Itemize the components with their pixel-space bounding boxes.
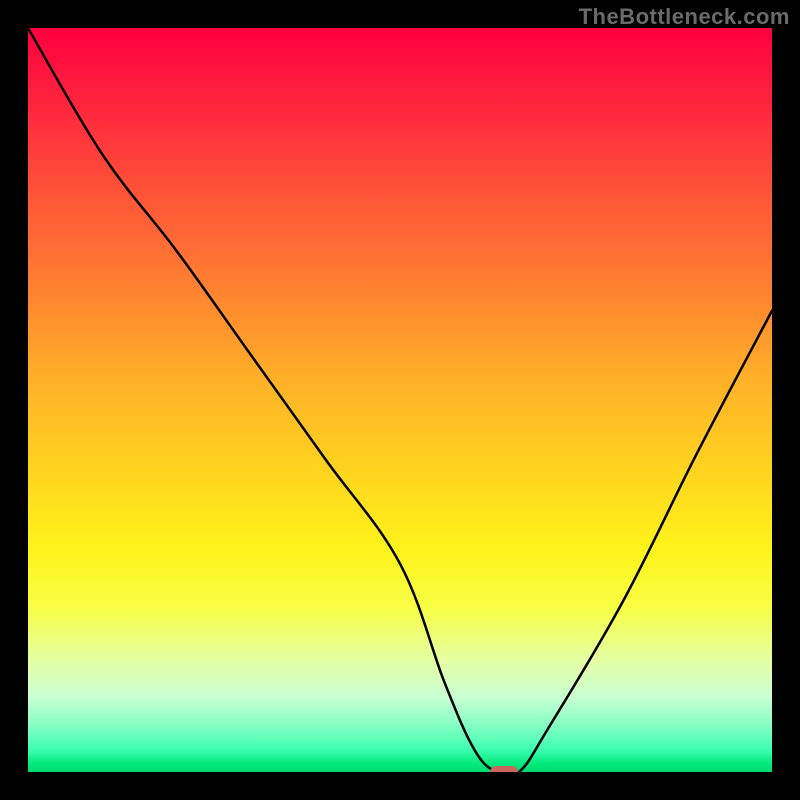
watermark-text: TheBottleneck.com xyxy=(579,4,790,30)
frame-bottom xyxy=(0,772,800,800)
chart-container: TheBottleneck.com xyxy=(0,0,800,800)
curve-path xyxy=(28,28,772,772)
plot-area xyxy=(28,28,772,772)
bottleneck-curve xyxy=(28,28,772,772)
